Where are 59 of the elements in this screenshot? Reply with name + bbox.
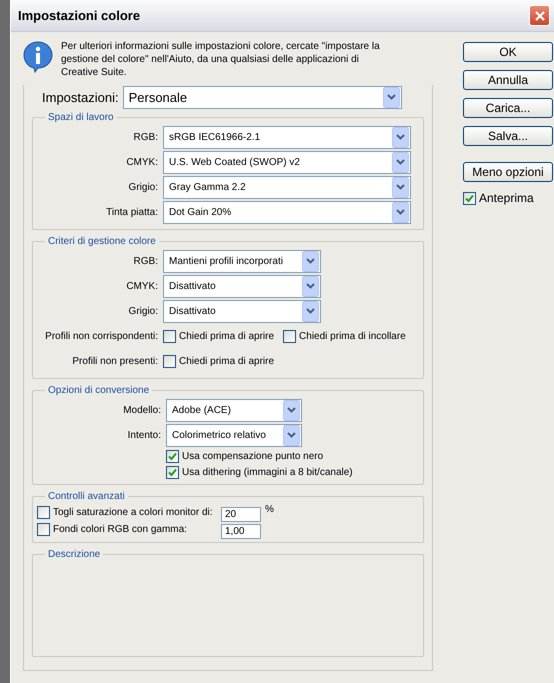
checkbox[interactable]	[166, 450, 179, 462]
checkmark-icon	[167, 450, 178, 462]
dropdown[interactable]: Adobe (ACE)	[166, 399, 302, 422]
checkbox-label: Usa compensazione punto nero	[182, 450, 324, 462]
dropdown[interactable]: Disattivato	[163, 275, 321, 298]
group-title: Descrizione	[47, 549, 102, 560]
checkbox[interactable]	[163, 355, 176, 368]
checkbox-label: Togli saturazione a colori monitor di:	[53, 507, 213, 518]
field-label: Intento:	[126, 430, 161, 441]
dialog-button[interactable]: Salva...	[463, 126, 553, 146]
input-field[interactable]: 20	[221, 507, 261, 522]
window-title: Impostazioni colore	[18, 8, 140, 23]
checkmark-icon	[167, 466, 178, 478]
dialog-button[interactable]: OK	[463, 42, 553, 62]
checkbox[interactable]	[163, 330, 176, 343]
checkbox-label: Chiedi prima di incollare	[299, 331, 406, 342]
group-title: Controlli avanzati	[47, 491, 126, 502]
info-text: Per ulteriori informazioni sulle impostazioni colore, cercate "impostare la gestione del colore" nell'Aiuto, da una qualsiasi delle applicazioni di Creative Suite.	[61, 40, 381, 79]
field-label: RGB:	[132, 132, 158, 143]
dropdown[interactable]: Colorimetrico relativo	[166, 424, 302, 447]
info-icon	[23, 41, 53, 73]
checkbox[interactable]	[37, 506, 50, 519]
close-icon	[534, 10, 546, 22]
field-label: Tinta piatta:	[105, 207, 158, 218]
checkbox[interactable]	[283, 330, 296, 343]
dropdown[interactable]: Mantieni profili incorporati	[163, 250, 321, 273]
dialog-button[interactable]: Annulla	[463, 70, 553, 90]
field-label: CMYK:	[125, 157, 158, 168]
checkbox-label: Chiedi prima di aprire	[179, 331, 274, 342]
group-title: Criteri di gestione colore	[47, 236, 157, 247]
dialog-button[interactable]: Carica...	[463, 98, 553, 118]
checkbox-label: Usa dithering (immagini a 8 bit/canale)	[182, 466, 353, 478]
field-label: Grigio:	[128, 306, 158, 317]
input-field[interactable]: 1,00	[221, 524, 261, 539]
checkbox[interactable]	[463, 192, 476, 204]
options-button[interactable]: Meno opzioni	[463, 162, 553, 182]
close-button[interactable]	[529, 5, 550, 26]
dropdown[interactable]: sRGB IEC61966-2.1	[163, 126, 411, 149]
unit-label: %	[265, 504, 274, 515]
field-label: Profili non presenti:	[71, 356, 158, 367]
checkbox[interactable]	[166, 466, 179, 478]
field-label: Modello:	[122, 405, 161, 416]
settings-dropdown[interactable]: Personale	[122, 86, 402, 109]
checkbox-label: Chiedi prima di aprire	[179, 356, 274, 367]
group-title: Spazi di lavoro	[47, 112, 115, 123]
dropdown[interactable]: U.S. Web Coated (SWOP) v2	[163, 151, 411, 174]
checkbox-label: Fondi colori RGB con gamma:	[53, 524, 187, 535]
checkbox-label: Anteprima	[479, 191, 534, 205]
field-label: Profili non corrispondenti:	[44, 331, 158, 342]
field-label: RGB:	[132, 256, 158, 267]
field-label: CMYK:	[125, 281, 158, 292]
settings-label: Impostazioni:	[42, 90, 119, 105]
dropdown[interactable]: Disattivato	[163, 300, 321, 323]
checkbox[interactable]	[37, 523, 50, 536]
dropdown[interactable]: Dot Gain 20%	[163, 201, 411, 224]
checkmark-icon	[464, 192, 475, 204]
field-label: Grigio:	[128, 182, 158, 193]
group-title: Opzioni di conversione	[47, 385, 150, 396]
dropdown[interactable]: Gray Gamma 2.2	[163, 176, 411, 199]
